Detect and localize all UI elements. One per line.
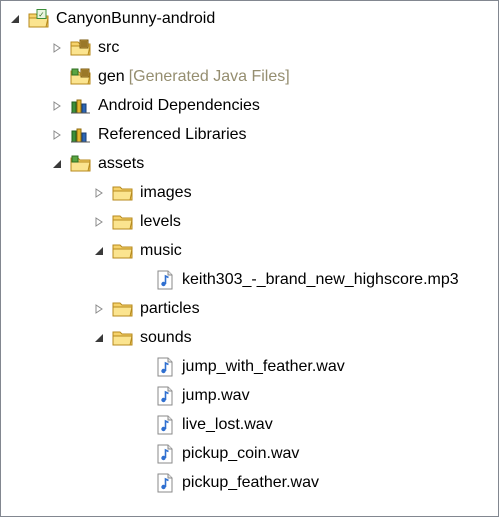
folder-icon [112,241,134,261]
tree-item-label: particles [140,300,200,317]
tree-item-label: Referenced Libraries [98,126,247,143]
expand-arrow-icon[interactable] [50,128,64,142]
audio-file-icon [154,473,176,493]
collapse-arrow-icon[interactable] [92,244,106,258]
tree-item-label: gen [98,68,125,85]
library-icon [70,96,92,116]
tree-item-label: images [140,184,192,201]
audio-file-icon [154,357,176,377]
expand-arrow-icon[interactable] [50,99,64,113]
tree-item[interactable]: Referenced Libraries [50,121,247,149]
audio-file-icon [154,415,176,435]
source-folder-icon [70,38,92,58]
tree-item-label: assets [98,155,145,172]
tree-item[interactable]: jump_with_feather.wav [134,353,345,381]
tree-item[interactable]: sounds [92,324,192,352]
generated-folder-icon [70,67,92,87]
toggle-spacer [134,389,148,403]
tree-item[interactable]: ✓ CanyonBunny-android [8,5,215,33]
tree-item[interactable]: pickup_feather.wav [134,469,319,497]
tree-item[interactable]: particles [92,295,200,323]
tree-item[interactable]: levels [92,208,181,236]
tree-item[interactable]: gen [Generated Java Files] [50,63,290,91]
collapse-arrow-icon[interactable] [8,12,22,26]
tree-item-label: CanyonBunny-android [56,10,216,27]
tree-item[interactable]: music [92,237,182,265]
tree-item[interactable]: pickup_coin.wav [134,440,299,468]
tree-item[interactable]: keith303_-_brand_new_highscore.mp3 [134,266,459,294]
tree-item-label: keith303_-_brand_new_highscore.mp3 [182,271,459,288]
tree-item[interactable]: assets [50,150,144,178]
audio-file-icon [154,444,176,464]
tree-item[interactable]: images [92,179,192,207]
expand-arrow-icon[interactable] [92,186,106,200]
svg-text:✓: ✓ [38,10,44,19]
tree-item[interactable]: src [50,34,119,62]
folder-icon [112,212,134,232]
folder-icon [112,299,134,319]
tree-item-label: Android Dependencies [98,97,260,114]
android-project-icon: ✓ [28,9,50,29]
collapse-arrow-icon[interactable] [92,331,106,345]
tree-item-label: live_lost.wav [182,416,273,433]
toggle-spacer [134,418,148,432]
tree-item-label: jump_with_feather.wav [182,358,345,375]
folder-icon [112,183,134,203]
toggle-spacer [134,476,148,490]
tree-item[interactable]: live_lost.wav [134,411,273,439]
toggle-spacer [50,70,64,84]
project-explorer-tree[interactable]: ✓ CanyonBunny-android src gen [Generated Ja… [0,0,499,517]
expand-arrow-icon[interactable] [92,302,106,316]
tree-item-label: pickup_coin.wav [182,445,300,462]
audio-file-icon [154,386,176,406]
tree-item-label: levels [140,213,181,230]
tree-item-label: sounds [140,329,192,346]
assets-folder-icon [70,154,92,174]
library-icon [70,125,92,145]
audio-file-icon [154,270,176,290]
expand-arrow-icon[interactable] [50,41,64,55]
toggle-spacer [134,447,148,461]
tree-item[interactable]: jump.wav [134,382,250,410]
toggle-spacer [134,360,148,374]
tree-item-label: music [140,242,182,259]
tree-item-label: src [98,39,120,56]
collapse-arrow-icon[interactable] [50,157,64,171]
tree-item-label: pickup_feather.wav [182,474,319,491]
toggle-spacer [134,273,148,287]
tree-item-decoration: [Generated Java Files] [128,68,290,85]
folder-icon [112,328,134,348]
tree-item-label: jump.wav [182,387,250,404]
tree-item[interactable]: Android Dependencies [50,92,260,120]
expand-arrow-icon[interactable] [92,215,106,229]
